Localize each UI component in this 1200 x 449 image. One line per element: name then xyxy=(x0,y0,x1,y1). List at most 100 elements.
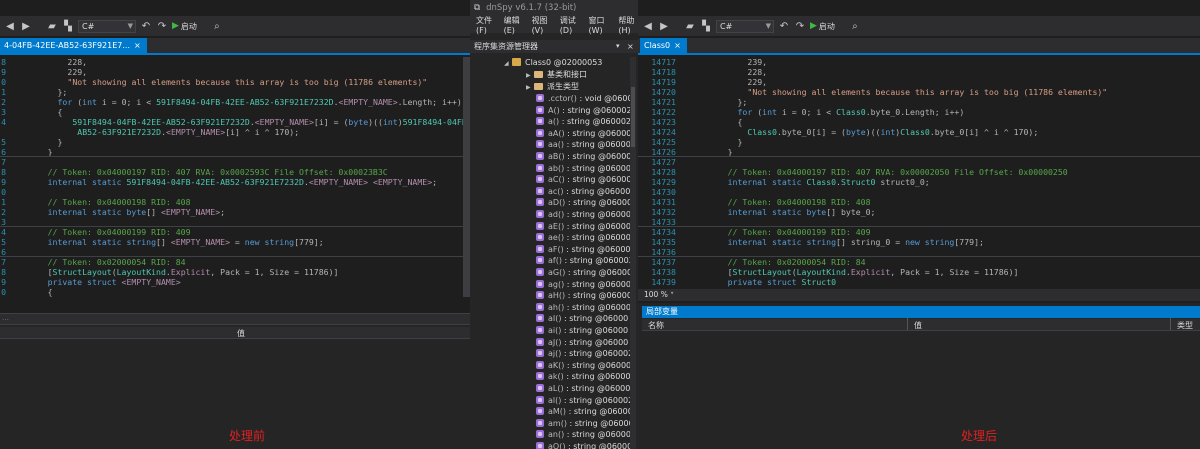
tree-scrollbar-thumb[interactable] xyxy=(631,87,635,147)
code-text: AB52-63F921E7232D.<EMPTY_NAME>[i] ^ i ^ … xyxy=(77,127,299,137)
right-code-editor[interactable]: 14717 239, 14718 228, 14719 229, 14720 "Not sho… xyxy=(638,57,1200,289)
tree-member-item[interactable]: aD() : string @06000 xyxy=(536,197,630,209)
tree-member-item[interactable]: ac() : string @06000 xyxy=(536,186,630,198)
tree-member-item[interactable]: aB() : string @06000 xyxy=(536,151,630,163)
dropdown-icon[interactable]: ▾ xyxy=(616,40,620,53)
back-icon[interactable]: ◀ xyxy=(642,20,654,32)
tree-member-item[interactable]: aJ() : string @06000 xyxy=(536,337,628,349)
undo-icon[interactable]: ↶ xyxy=(778,20,790,32)
menu-item[interactable]: 编辑(E) xyxy=(504,15,523,35)
redo-icon[interactable]: ↷ xyxy=(794,20,806,32)
tree-member-item[interactable]: aH() : string @06000 xyxy=(536,290,630,302)
tree-member-item[interactable]: ak() : string @06000 xyxy=(536,371,630,383)
close-icon[interactable]: × xyxy=(134,41,141,50)
back-icon[interactable]: ◀ xyxy=(4,20,16,32)
method-icon xyxy=(536,163,544,172)
language-select[interactable]: C# ▼ xyxy=(78,19,136,33)
member-type: string xyxy=(571,244,595,254)
menu-item[interactable]: 帮助(H) xyxy=(618,15,638,35)
start-button[interactable]: ▶ 启动 xyxy=(172,21,197,32)
method-icon xyxy=(536,326,544,334)
code-token: byte xyxy=(845,127,866,137)
tab-class0[interactable]: Class0 × xyxy=(640,38,687,53)
member-tok: @06000 xyxy=(598,175,630,185)
tab-decompiled-class[interactable]: 4-04FB-42EE-AB52-63F921E7... × xyxy=(0,38,147,53)
tree-member-item[interactable]: al() : string @060002 xyxy=(536,395,630,407)
tree-member-item[interactable]: aL() : string @06000 xyxy=(536,383,630,395)
tree-member-item[interactable]: aG() : string @06000 xyxy=(536,267,630,279)
code-token: <EMPTY_NAME> xyxy=(166,127,226,137)
tree-member-item[interactable]: aI() : string @06000 xyxy=(536,313,628,325)
tree-member-item[interactable]: A() : string @060002 xyxy=(536,105,630,117)
code-text: // Token: 0x02000054 RID: 84 xyxy=(728,257,866,267)
close-icon[interactable]: × xyxy=(674,41,681,50)
code-text: // Token: 0x04000197 RID: 407 RVA: 0x000… xyxy=(48,167,388,177)
open-folder-icon[interactable]: ▰ xyxy=(46,20,58,32)
member-type: string xyxy=(573,268,597,277)
undo-icon[interactable]: ↶ xyxy=(140,20,152,32)
forward-icon[interactable]: ▶ xyxy=(20,20,32,32)
method-icon xyxy=(536,279,544,288)
member-tok: @06000 xyxy=(600,418,630,428)
zoom-level[interactable]: 100 % xyxy=(644,290,668,299)
value-column-header[interactable]: 值 xyxy=(914,320,922,331)
tree-member-item[interactable]: an() : string @06000 xyxy=(536,429,630,441)
tree-member-item[interactable]: aj() : string @060002 xyxy=(536,348,630,360)
open-folder-icon[interactable]: ▰ xyxy=(684,20,696,32)
tree-member-item[interactable]: af() : string @060002 xyxy=(536,255,630,267)
type-column-header[interactable]: 类型 xyxy=(1177,320,1193,331)
tree-class-node[interactable]: ◢ Class0 @02000053 xyxy=(504,57,602,69)
chevron-down-icon[interactable]: ▾ xyxy=(670,289,674,297)
tree-member-item[interactable]: .cctor() : void @0600 xyxy=(536,93,630,105)
tree-member-item[interactable]: ai() : string @06000 xyxy=(536,325,628,337)
tree-member-item[interactable]: ag() : string @06000 xyxy=(536,279,630,291)
tree-member-item[interactable]: aF() : string @06000 xyxy=(536,244,630,256)
name-column-header[interactable]: 名称 xyxy=(648,320,664,331)
start-button[interactable]: ▶ 启动 xyxy=(810,21,835,32)
close-icon[interactable]: × xyxy=(627,40,634,53)
assembly-icon[interactable]: ▚ xyxy=(62,20,74,32)
tree-folder-derived-types[interactable]: ▶ 派生类型 xyxy=(526,81,579,93)
code-token: .byte_0[i] ^ i ^ 170); xyxy=(929,127,1039,137)
member-type: string xyxy=(571,384,595,393)
tree-member-item[interactable]: aA() : string @06000 xyxy=(536,128,630,140)
tree-member-item[interactable]: aa() : string @06000 xyxy=(536,139,630,151)
left-code-editor[interactable]: 8 228, 9 229, 0 "Not showing all elements bec… xyxy=(0,57,470,297)
value-column-header[interactable]: 值 xyxy=(237,328,245,339)
code-text: } xyxy=(738,137,743,147)
search-icon[interactable]: ⌕ xyxy=(211,20,223,32)
tree-member-item[interactable]: ae() : string @06000 xyxy=(536,232,630,244)
menu-item[interactable]: 文件(F) xyxy=(476,15,495,35)
tree-member-item[interactable]: aE() : string @06000 xyxy=(536,221,630,233)
member-name: ag() xyxy=(548,279,565,289)
assembly-icon[interactable]: ▚ xyxy=(700,20,712,32)
tree-scrollbar[interactable] xyxy=(630,57,636,449)
line-number: 14731 xyxy=(651,197,676,207)
code-token: StructLayout xyxy=(52,267,112,277)
left-scrollbar[interactable] xyxy=(463,57,470,297)
language-select[interactable]: C# ▼ xyxy=(716,19,774,33)
code-token: <EMPTY_NAME> xyxy=(160,207,221,217)
member-tok: @06000 xyxy=(597,163,630,173)
search-icon[interactable]: ⌕ xyxy=(849,20,861,32)
tree-member-item[interactable]: ah() : string @06000 xyxy=(536,302,630,314)
tree-member-item[interactable]: aM() : string @06000 xyxy=(536,406,630,418)
tree-folder-base-types[interactable]: ▶ 基类和接口 xyxy=(526,69,587,81)
type-separator: : xyxy=(566,418,575,428)
type-separator: : xyxy=(559,105,568,115)
tree-member-item[interactable]: ad() : string @06000 xyxy=(536,209,630,221)
code-line: 1 // Token: 0x04000198 RID: 408 xyxy=(0,197,470,207)
menu-item[interactable]: 视图(V) xyxy=(532,15,551,35)
tree-member-item[interactable]: ab() : string @06000 xyxy=(536,163,630,175)
menu-item[interactable]: 窗口(W) xyxy=(588,15,609,35)
redo-icon[interactable]: ↷ xyxy=(156,20,168,32)
code-token: [] xyxy=(146,207,161,217)
separator-line xyxy=(0,156,470,157)
tree-member-item[interactable]: a() : string @060002 xyxy=(536,116,630,128)
tree-member-item[interactable]: aK() : string @06000 xyxy=(536,360,630,372)
forward-icon[interactable]: ▶ xyxy=(658,20,670,32)
tree-member-item[interactable]: aO() : string @06000 xyxy=(536,441,630,449)
tree-member-item[interactable]: am() : string @06000 xyxy=(536,418,630,430)
menu-item[interactable]: 调试(D) xyxy=(560,15,580,35)
tree-member-item[interactable]: aC() : string @06000 xyxy=(536,174,630,186)
